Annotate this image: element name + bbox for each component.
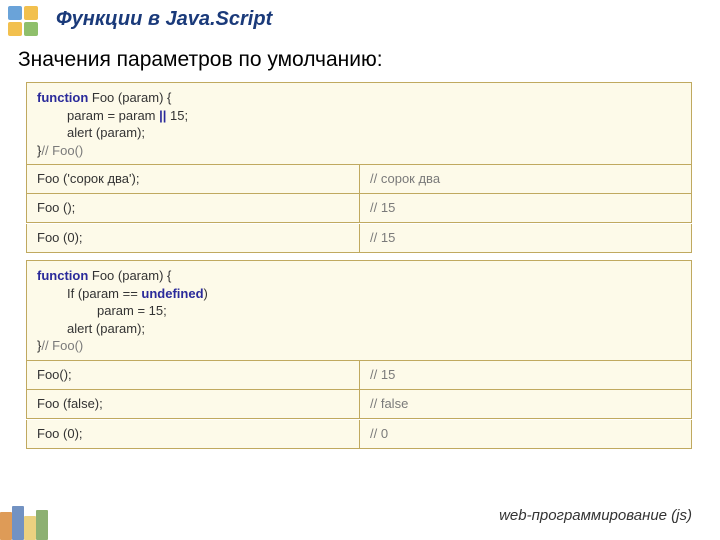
- slide: Функции в Java.Script Значения параметро…: [0, 0, 720, 540]
- code-keyword: undefined: [141, 286, 203, 301]
- output-cell: // 0: [359, 420, 691, 448]
- call-cell: Foo();: [27, 361, 359, 389]
- call-cell: Foo ();: [27, 194, 359, 222]
- output-cell: // 15: [359, 224, 691, 252]
- code-keyword: function: [37, 268, 88, 283]
- call-cell: Foo (0);: [27, 224, 359, 252]
- call-cell: Foo (false);: [27, 390, 359, 418]
- code-text: alert (param);: [37, 124, 145, 142]
- result-row: Foo(); // 15: [26, 360, 692, 390]
- code-comment: // Foo(): [41, 143, 83, 158]
- code-text: If (param ==: [67, 286, 141, 301]
- page-title: Функции в Java.Script: [56, 8, 272, 31]
- call-cell: Foo ('сорок два');: [27, 165, 359, 193]
- code-text: ): [204, 286, 208, 301]
- subtitle: Значения параметров по умолчанию:: [18, 48, 383, 72]
- code-keyword: function: [37, 90, 88, 105]
- code-text: Foo (param) {: [88, 90, 171, 105]
- output-cell: // false: [359, 390, 691, 418]
- output-cell: // 15: [359, 194, 691, 222]
- code-block-2: function Foo (param) { If (param == unde…: [26, 260, 692, 362]
- result-row: Foo (); // 15: [26, 194, 692, 223]
- result-row: Foo (false); // false: [26, 390, 692, 419]
- code-block-1: function Foo (param) { param = param || …: [26, 82, 692, 166]
- logo-icon: [8, 6, 48, 40]
- result-row: Foo (0); // 0: [26, 420, 692, 449]
- output-cell: // 15: [359, 361, 691, 389]
- code-text: param = 15;: [37, 302, 167, 320]
- output-cell: // сорок два: [359, 165, 691, 193]
- footer-text: web-программирование (js): [499, 507, 692, 524]
- code-text: param = param: [67, 108, 159, 123]
- code-text: Foo (param) {: [88, 268, 171, 283]
- code-text: 15;: [166, 108, 188, 123]
- result-row: Foo (0); // 15: [26, 224, 692, 253]
- code-text: alert (param);: [37, 320, 145, 338]
- result-row: Foo ('сорок два'); // сорок два: [26, 164, 692, 194]
- code-comment: // Foo(): [41, 338, 83, 353]
- call-cell: Foo (0);: [27, 420, 359, 448]
- books-icon: [0, 500, 60, 540]
